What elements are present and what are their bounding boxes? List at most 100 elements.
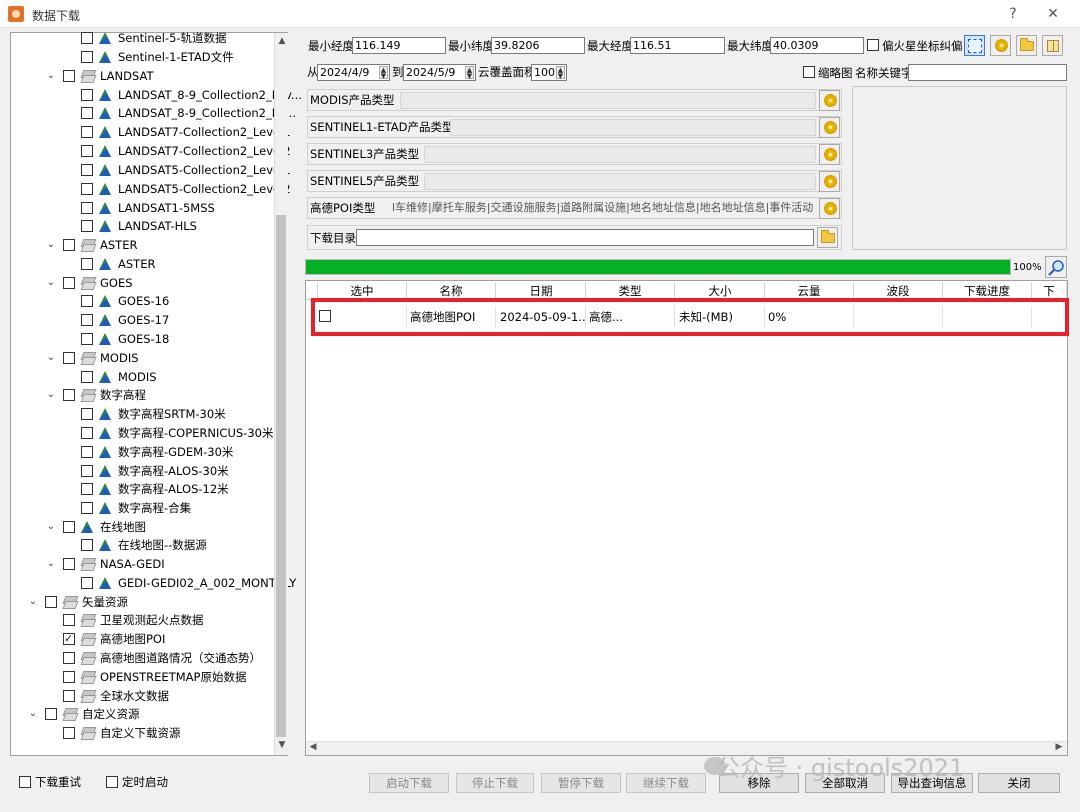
pause-download-button[interactable]: 暂停下载 [541,773,621,793]
close-window-button[interactable]: ✕ [1042,4,1064,24]
scroll-down-icon[interactable]: ▼ [275,740,289,750]
tree-item[interactable]: 数字高程-GDEM-30米 [10,443,284,461]
tree-item[interactable]: 数字高程-ALOS-12米 [10,480,284,498]
tree-item[interactable]: Sentinel-1-ETAD文件 [10,48,284,66]
tree-item[interactable]: ⌄ 在线地图 [10,518,284,536]
spin-icon[interactable]: ▲ ▼ [465,66,474,80]
tree-item[interactable]: 高德地图POI [10,630,284,648]
select-area-button[interactable] [964,35,985,56]
resume-download-button[interactable]: 继续下载 [626,773,706,793]
to-date-picker[interactable]: 2024/5/9 ▲ ▼ [403,64,476,81]
tree-item-checkbox[interactable] [63,277,75,289]
tree-item[interactable]: 高德地图道路情况（交通态势） [10,649,284,667]
tree-item-checkbox[interactable] [81,577,93,589]
tree-item-checkbox[interactable] [81,258,93,270]
tree-item-checkbox[interactable] [81,314,93,326]
browse-dir-button[interactable] [817,227,838,248]
tree-item-checkbox[interactable] [81,295,93,307]
close-button[interactable]: 关闭 [978,773,1060,793]
expand-chevron-icon[interactable]: ⌄ [46,274,56,292]
tree-item[interactable]: 数字高程SRTM-30米 [10,405,284,423]
tree-item[interactable]: ⌄ 数字高程 [10,386,284,404]
tree-item-checkbox[interactable] [63,630,75,648]
tree-item[interactable]: 在线地图--数据源 [10,536,284,554]
tree-item[interactable]: ⌄ GOES [10,274,284,292]
poi-type-options[interactable]: l车维修|摩托车服务|交通设施服务|道路附属设施|地名地址信息|地名地址信息|事… [392,200,816,217]
scroll-left-icon[interactable]: ◀ [306,742,320,752]
tree-item[interactable]: LANDSAT_8-9_Collection2_Lev... [10,86,302,104]
tree-item-checkbox[interactable] [63,521,75,533]
tree-item-checkbox[interactable] [81,483,93,495]
tree-item-checkbox[interactable] [81,465,93,477]
tree-item-checkbox[interactable] [63,558,75,570]
tree-item-checkbox[interactable] [81,408,93,420]
tree-item[interactable]: LANDSAT7-Collection2_Level1 [10,123,291,141]
help-button[interactable]: ? [1002,4,1024,24]
sentinel3-product-field[interactable] [424,146,816,163]
min-lon-input[interactable]: 116.149 [352,37,446,54]
tree-item[interactable]: 数字高程-合集 [10,499,284,517]
expand-chevron-icon[interactable]: ⌄ [46,349,56,367]
tree-item[interactable]: LANDSAT-HLS [10,217,284,235]
expand-chevron-icon[interactable]: ⌄ [46,386,56,404]
spin-icon[interactable]: ▲ ▼ [379,66,388,80]
tree-item-checkbox[interactable] [81,164,93,176]
tree-item-checkbox[interactable] [81,333,93,345]
sentinel1-product-button[interactable] [819,117,840,138]
tree-item[interactable]: GOES-16 [10,292,284,310]
download-dir-input[interactable] [356,229,814,246]
search-button[interactable] [1045,256,1067,278]
tree-item[interactable]: Sentinel-5-轨道数据 [10,29,284,47]
tree-item[interactable]: 数字高程-ALOS-30米 [10,462,284,480]
sentinel5-product-button[interactable] [819,171,840,192]
tree-item-checkbox[interactable] [81,427,93,439]
start-download-button[interactable]: 启动下载 [369,773,449,793]
cloud-cover-spinner[interactable]: 100 ▲ ▼ [531,64,567,81]
tree-item-checkbox[interactable] [81,126,93,138]
tree-item-checkbox[interactable] [63,389,75,401]
tree-item[interactable]: 全球水文数据 [10,687,284,705]
scroll-up-icon[interactable]: ▲ [275,36,289,46]
expand-chevron-icon[interactable]: ⌄ [46,236,56,254]
tree-scroll-thumb[interactable] [276,215,286,737]
expand-chevron-icon[interactable]: ⌄ [28,593,38,611]
tree-item-checkbox[interactable] [63,239,75,251]
tree-item[interactable]: 数字高程-COPERNICUS-30米 [10,424,284,442]
poi-type-button[interactable] [819,198,840,219]
pick-area-button[interactable] [990,35,1011,56]
timer-checkbox[interactable] [106,776,118,788]
tree-item-checkbox[interactable] [63,727,75,739]
tree-item-checkbox[interactable] [63,690,75,702]
sentinel5-product-field[interactable] [424,173,816,190]
tree-item[interactable]: ⌄ MODIS [10,349,284,367]
tree-item-checkbox[interactable] [81,107,93,119]
tree-item-checkbox[interactable] [45,708,57,720]
expand-chevron-icon[interactable]: ⌄ [46,518,56,536]
tree-item-checkbox[interactable] [81,446,93,458]
tree-item[interactable]: LANDSAT5-Collection2_Level2 [10,180,291,198]
tree-item[interactable]: ⌄ LANDSAT [10,67,284,85]
max-lat-input[interactable]: 40.0309 [770,37,864,54]
tree-item[interactable]: ⌄ NASA-GEDI [10,555,284,573]
tree-item[interactable]: MODIS [10,368,284,386]
min-lat-input[interactable]: 39.8206 [491,37,585,54]
tree-item-checkbox[interactable] [81,145,93,157]
mars-correction-checkbox[interactable] [867,39,879,51]
tree-item-checkbox[interactable] [45,596,57,608]
tree-item-checkbox[interactable] [63,671,75,683]
tree-item[interactable]: LANDSAT_8-9_Collection2_Le... [10,104,296,122]
scroll-right-icon[interactable]: ▶ [1052,742,1066,752]
tree-item-checkbox[interactable] [81,89,93,101]
tree-item[interactable]: GEDI-GEDI02_A_002_MONTHLY [10,574,296,592]
tree-item-checkbox[interactable] [81,32,93,44]
tree-item[interactable]: ⌄ 自定义资源 [10,705,284,723]
sentinel1-product-field[interactable] [450,119,816,136]
tree-item-checkbox[interactable] [81,202,93,214]
tree-item[interactable]: ASTER [10,255,284,273]
tree-item[interactable]: 卫星观测起火点数据 [10,611,284,629]
thumbnail-checkbox[interactable] [803,66,815,78]
tree-item-checkbox[interactable] [81,539,93,551]
keyword-input[interactable] [908,64,1067,81]
tree-item-checkbox[interactable] [81,371,93,383]
tree-item[interactable]: LANDSAT1-5MSS [10,199,284,217]
